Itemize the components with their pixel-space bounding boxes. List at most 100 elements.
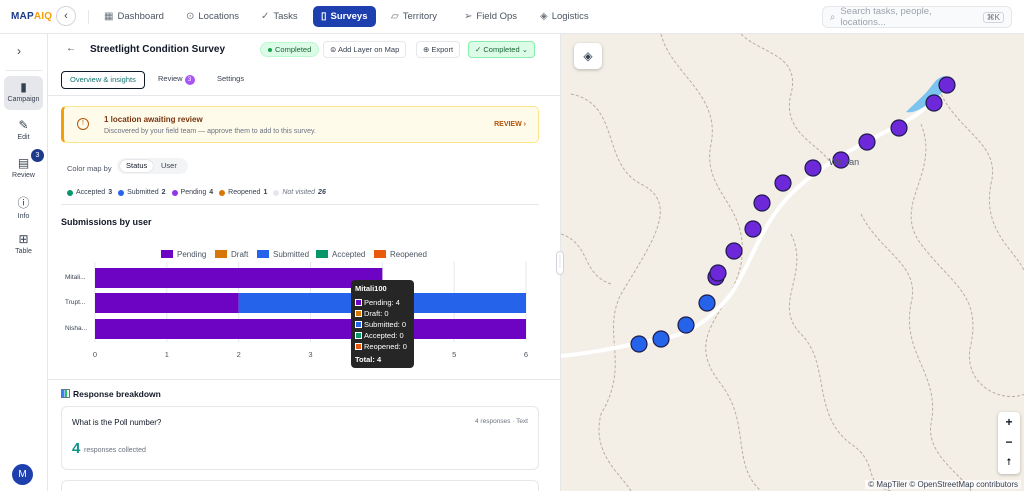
alert-title: 1 location awaiting review	[104, 115, 203, 124]
review-count-badge: 3	[31, 149, 44, 162]
accepted-dot	[67, 189, 73, 196]
color-map-status-option[interactable]: Status	[120, 160, 154, 172]
x-tick-label: 3	[308, 350, 313, 359]
reopened-dot	[219, 189, 226, 196]
nav-surveys[interactable]: ▯ Surveys	[313, 6, 376, 27]
legend-swatch	[374, 250, 386, 258]
tooltip-row: Draft: 0	[355, 308, 410, 319]
layers-icon: ◈	[583, 49, 593, 63]
rail-item-edit[interactable]: ✎ Edit	[4, 114, 43, 148]
legend-draft[interactable]: Draft	[215, 249, 248, 259]
map-view[interactable]: Wa van ◈ + − ⭡ © MapTiler © OpenStreetMa…	[560, 34, 1024, 491]
box-icon: ◈	[540, 11, 548, 22]
map-marker-pending[interactable]	[725, 242, 743, 260]
map-marker-pending[interactable]	[774, 174, 792, 192]
map-marker-submitted[interactable]	[698, 294, 716, 312]
zoom-in-button[interactable]: +	[998, 412, 1020, 432]
map-marker-pending[interactable]	[709, 264, 727, 282]
map-marker-pending[interactable]	[890, 119, 908, 137]
search-shortcut: ⌘K	[982, 11, 1004, 23]
trail-path	[561, 233, 612, 285]
back-button[interactable]: ‹	[56, 6, 76, 26]
alert-description: Discovered by your field team — approve …	[104, 128, 316, 135]
map-marker-pending[interactable]	[938, 76, 956, 94]
panel-resize-handle[interactable]: ⋮ ⋮	[556, 251, 564, 275]
nav-dashboard[interactable]: ▦ Dashboard	[96, 6, 172, 27]
compass-reset-button[interactable]: ⭡	[998, 452, 1020, 472]
bar-pending-1[interactable]	[95, 293, 239, 313]
grid-icon: ▦	[104, 11, 114, 22]
response-count-label: responses collected	[84, 447, 146, 454]
map-marker-pending[interactable]	[804, 159, 822, 177]
tab-overview[interactable]: Overview & insights	[61, 71, 145, 89]
clipboard-icon: ▯	[321, 11, 327, 22]
road-path	[561, 82, 948, 358]
left-rail: › ▮ Campaign ✎ Edit ▤ Review 3 ⓘ Info ⊞ Table…	[0, 34, 48, 491]
rail-item-campaign[interactable]: ▮ Campaign	[4, 76, 43, 110]
question-card[interactable]	[61, 480, 539, 491]
nav-field-ops[interactable]: ➢ Field Ops	[456, 6, 525, 27]
nav-divider	[88, 10, 89, 24]
layers-button[interactable]: ◈	[574, 43, 602, 69]
nav-logistics[interactable]: ◈ Logistics	[532, 6, 597, 27]
map-marker-pending[interactable]	[858, 133, 876, 151]
question-text: What is the Poll number?	[72, 418, 162, 427]
review-alert: ! 1 location awaiting review Discovered …	[61, 106, 539, 143]
survey-panel: ← Streetlight Condition Survey Completed…	[48, 34, 560, 491]
tab-settings[interactable]: Settings	[209, 71, 252, 89]
tooltip-swatch	[355, 299, 362, 306]
rail-item-info[interactable]: ⓘ Info	[4, 190, 43, 224]
export-button[interactable]: ⊕ Export	[416, 41, 461, 58]
map-marker-pending[interactable]	[753, 194, 771, 212]
nav-territory[interactable]: ▱ Territory	[383, 6, 445, 27]
map-marker-submitted[interactable]	[677, 316, 695, 334]
map-marker-submitted[interactable]	[630, 335, 648, 353]
color-map-user-option[interactable]: User	[155, 160, 183, 172]
review-link[interactable]: REVIEW ›	[494, 121, 526, 128]
rail-item-table[interactable]: ⊞ Table	[4, 228, 43, 262]
question-card[interactable]: What is the Poll number? 4 responses · T…	[61, 406, 539, 470]
global-search-input[interactable]: ⌕ Search tasks, people, locations... ⌘K	[822, 6, 1012, 28]
table-icon: ⊞	[18, 232, 29, 246]
arrow-left-icon[interactable]: ←	[66, 43, 76, 54]
x-tick-label: 0	[92, 350, 98, 359]
map-marker-pending[interactable]	[925, 94, 943, 112]
avatar[interactable]: M	[12, 464, 33, 485]
x-tick-label: 6	[523, 350, 529, 359]
bar-pending-2[interactable]	[95, 319, 526, 339]
map-marker-submitted[interactable]	[652, 330, 670, 348]
map-canvas[interactable]	[561, 34, 1024, 491]
status-dot	[268, 48, 272, 53]
legend-accepted[interactable]: Accepted	[316, 249, 365, 259]
zoom-out-button[interactable]: −	[998, 432, 1020, 452]
tooltip-swatch	[355, 343, 362, 350]
layers-icon: ⊜	[330, 45, 338, 54]
top-navigation-bar: MAPAIQ ‹ ▦ Dashboard ⊙ Locations ✓ Tasks ▯ S…	[0, 0, 1024, 34]
clipboard-icon: ▮	[20, 80, 27, 94]
map-markers[interactable]	[630, 76, 956, 353]
legend-reopened[interactable]: Reopened	[374, 249, 427, 259]
tooltip-swatch	[355, 332, 362, 339]
divider	[61, 204, 539, 205]
rail-item-review[interactable]: ▤ Review 3	[4, 149, 44, 186]
nav-locations[interactable]: ⊙ Locations	[178, 6, 247, 27]
map-marker-pending[interactable]	[744, 220, 762, 238]
tab-review[interactable]: Review 3	[150, 71, 203, 89]
check-icon: ✓	[261, 11, 270, 22]
alert-icon: !	[77, 118, 89, 130]
review-tab-badge: 3	[184, 75, 195, 85]
not-visited-dot	[273, 189, 280, 196]
tooltip-total: Total: 4	[355, 355, 382, 364]
app-logo[interactable]: MAPAIQ	[11, 11, 52, 22]
bar-pending-0[interactable]	[95, 268, 383, 288]
color-map-label: Color map by	[67, 164, 112, 173]
status-summary: Accepted 3 Submitted 2 Pending 4 Reopened 1 …	[67, 189, 326, 196]
legend-swatch	[161, 250, 173, 258]
nav-tasks[interactable]: ✓ Tasks	[253, 6, 306, 27]
chevron-right-icon[interactable]: ›	[17, 44, 21, 58]
status-dropdown[interactable]: ✓ Completed ⌄	[468, 41, 536, 58]
add-layer-button[interactable]: ⊜ Add Layer on Map	[323, 41, 407, 58]
response-count: 4	[72, 440, 81, 457]
legend-pending[interactable]: Pending	[161, 249, 206, 259]
legend-submitted[interactable]: Submitted	[257, 249, 309, 259]
